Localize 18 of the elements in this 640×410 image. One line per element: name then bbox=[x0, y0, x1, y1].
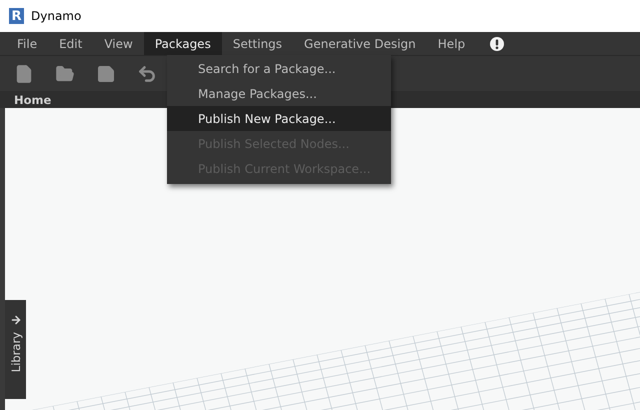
menu-item[interactable]: View bbox=[93, 32, 144, 55]
menu-item[interactable]: Generative Design bbox=[293, 32, 427, 55]
new-file-icon[interactable] bbox=[14, 64, 34, 84]
menu-item[interactable]: Packages bbox=[144, 32, 222, 55]
menu-option[interactable]: Publish New Package... bbox=[167, 106, 391, 131]
folder-icon[interactable] bbox=[55, 64, 75, 84]
menu-option[interactable]: Manage Packages... bbox=[167, 81, 391, 106]
menu-item[interactable]: Edit bbox=[48, 32, 94, 55]
tab[interactable]: Home bbox=[14, 91, 52, 108]
arrow-right-icon bbox=[10, 314, 22, 326]
app-logo: R bbox=[9, 8, 24, 24]
library-tab[interactable]: Library bbox=[5, 300, 26, 399]
alert-icon[interactable] bbox=[490, 36, 504, 50]
menu-item[interactable]: File bbox=[6, 32, 48, 55]
menu-item[interactable]: Help bbox=[426, 32, 476, 55]
window-title: Dynamo bbox=[31, 9, 82, 23]
menu-item[interactable]: Settings bbox=[222, 32, 294, 55]
undo-icon[interactable] bbox=[137, 64, 157, 84]
